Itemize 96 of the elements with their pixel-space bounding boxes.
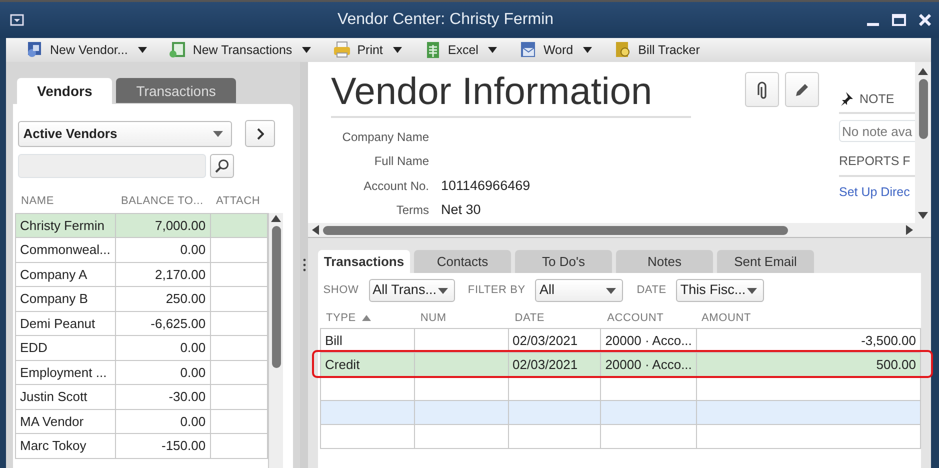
vendor-name[interactable]: Employment ...: [16, 360, 116, 384]
caret-icon: [213, 130, 224, 136]
vendor-balance: 0.00: [115, 360, 210, 384]
scrollbar-thumb[interactable]: [323, 226, 788, 234]
filter-dropdown[interactable]: All Trans...: [368, 279, 455, 302]
caret-icon: [747, 288, 758, 294]
vendor-balance: -150.00: [115, 434, 210, 458]
scrollbar-thumb[interactable]: [918, 79, 928, 139]
printer-icon: [333, 41, 352, 59]
scroll-up-icon[interactable]: [271, 212, 281, 222]
vendor-name[interactable]: EDD: [16, 336, 116, 360]
vendor-name[interactable]: Christy Fermin: [16, 213, 116, 238]
spreadsheet-icon: [168, 41, 187, 59]
scrollbar-thumb[interactable]: [272, 226, 280, 368]
column-header[interactable]: ACCOUNT: [607, 310, 664, 326]
vendor-balance: 0.00: [115, 409, 210, 434]
toolbar-button[interactable]: Bill Tracker: [606, 39, 708, 61]
detail-tab[interactable]: Transactions: [318, 250, 410, 273]
date-cell: 02/03/2021: [508, 352, 601, 376]
expand-button[interactable]: [245, 120, 276, 147]
amount-cell: -3,500.00: [696, 328, 920, 352]
caret-icon: [438, 288, 448, 294]
vendor-balance: -30.00: [115, 384, 210, 409]
field-value: 101146966469: [441, 176, 530, 195]
toolbar-button[interactable]: Word: [511, 39, 600, 61]
note-field[interactable]: No note ava: [839, 120, 915, 142]
window-title: Vendor Center: Christy Fermin: [336, 10, 555, 30]
detail-tab[interactable]: Contacts: [414, 250, 511, 273]
panel-tab[interactable]: Transactions: [116, 78, 236, 103]
attach-button[interactable]: [744, 72, 778, 107]
vendor-balance: 0.00: [115, 238, 210, 262]
search-icon: [214, 158, 228, 172]
detail-tab[interactable]: To Do's: [515, 250, 612, 273]
vendor-balance: 2,170.00: [115, 262, 210, 286]
vendor-name[interactable]: Justin Scott: [16, 384, 116, 409]
vendor-name[interactable]: Company B: [16, 286, 116, 311]
envelope-icon: [519, 41, 538, 59]
field-label: Full Name: [373, 153, 430, 170]
detail-tab[interactable]: Notes: [616, 250, 713, 273]
toolbar-button[interactable]: Excel: [416, 39, 506, 61]
vendor-name[interactable]: Demi Peanut: [16, 311, 116, 336]
column-header[interactable]: NAME: [15, 193, 115, 210]
vendor-filter-dropdown[interactable]: Active Vendors: [18, 120, 232, 146]
filter-dropdown[interactable]: This Fisc...: [676, 279, 764, 302]
detail-tab[interactable]: Sent Email: [717, 250, 814, 273]
vendor-name[interactable]: Marc Tokoy: [16, 434, 116, 458]
maximize-icon[interactable]: [892, 14, 906, 26]
field-label: Terms: [395, 202, 430, 220]
amount-cell: 500.00: [696, 352, 920, 376]
panel-tab[interactable]: Vendors: [17, 78, 112, 104]
document-icon: [614, 41, 632, 59]
vendor-balance: 0.00: [115, 336, 210, 360]
toolbar-button[interactable]: New Transactions: [160, 39, 320, 61]
field-value: Net 30: [441, 201, 481, 220]
filter-label: FILTER BY: [468, 283, 526, 298]
edit-button[interactable]: [785, 72, 819, 107]
scroll-left-icon[interactable]: [310, 225, 320, 235]
type-cell: Bill: [320, 328, 415, 352]
scroll-down-icon[interactable]: [918, 211, 928, 221]
setup-link[interactable]: Set Up Direc: [839, 183, 915, 202]
vendor-name[interactable]: MA Vendor: [16, 409, 116, 434]
pin-icon: [839, 92, 853, 106]
close-icon[interactable]: [919, 14, 931, 26]
splitter-handle-icon[interactable]: [302, 258, 306, 272]
vendor-balance: 250.00: [115, 286, 210, 311]
filter-label: DATE: [636, 283, 666, 298]
paperclip-icon: [756, 80, 766, 98]
vendor-balance: -6,625.00: [115, 311, 210, 336]
toolbar-button[interactable]: Print: [325, 39, 410, 61]
vendor-name[interactable]: Commonweal...: [16, 238, 116, 262]
search-button[interactable]: [210, 154, 234, 178]
scroll-right-icon[interactable]: [905, 225, 915, 235]
type-cell: Credit: [320, 352, 415, 376]
caret-icon: [606, 288, 616, 294]
vendor-info-title: Vendor Information: [331, 70, 691, 118]
vendor-balance: 7,000.00: [115, 213, 210, 238]
vendor-name[interactable]: Company A: [16, 262, 116, 286]
column-header[interactable]: DATE: [514, 310, 544, 326]
column-header[interactable]: TYPE: [326, 310, 356, 326]
field-label: Account No.: [362, 178, 430, 195]
toolbar-button[interactable]: New Vendor...: [18, 39, 155, 61]
field-label: Company Name: [341, 128, 430, 146]
chevron-icon: [256, 128, 264, 140]
filter-label: SHOW: [323, 283, 359, 298]
account-cell: 20000 · Acco...: [600, 352, 696, 376]
vendor-icon: [26, 41, 44, 59]
column-header[interactable]: AMOUNT: [702, 310, 751, 326]
column-header[interactable]: BALANCE TO...: [115, 193, 210, 210]
filter-dropdown[interactable]: All: [535, 279, 624, 302]
column-header[interactable]: NUM: [420, 310, 446, 326]
column-header[interactable]: ATTACH: [210, 193, 268, 210]
note-heading: NOTE: [860, 91, 894, 108]
pencil-icon: [794, 82, 810, 98]
scroll-up-icon[interactable]: [918, 66, 928, 76]
search-field[interactable]: [18, 154, 206, 178]
window-menu-icon[interactable]: [10, 14, 24, 26]
